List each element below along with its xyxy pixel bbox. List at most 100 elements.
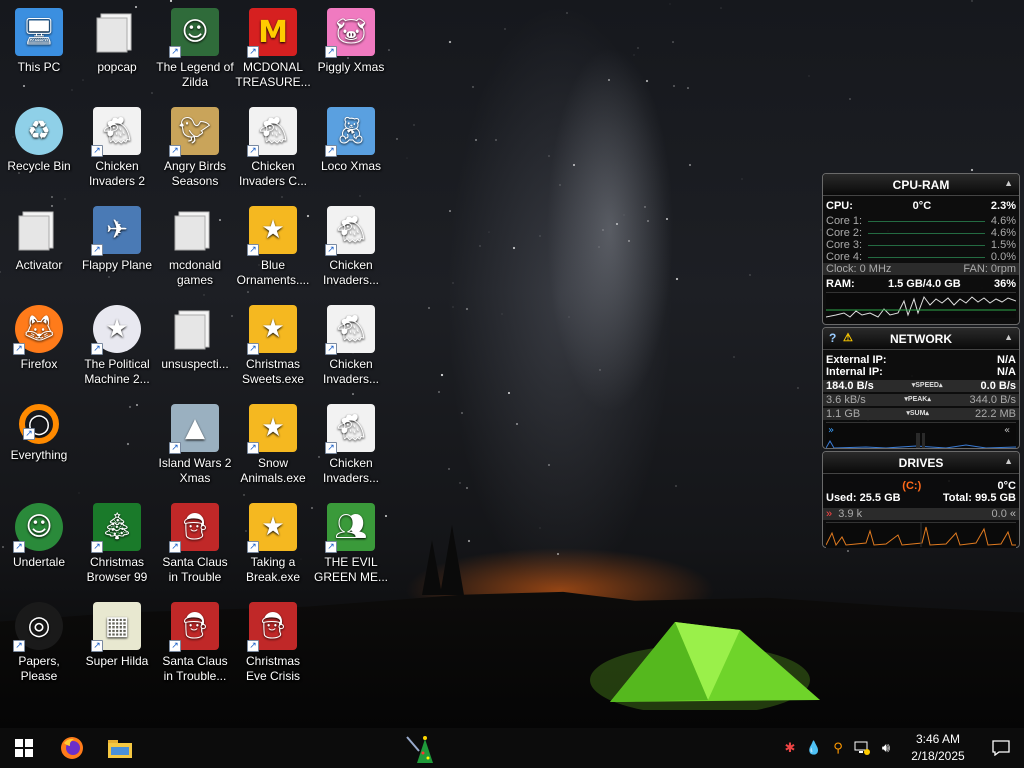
papers-please-icon: ◎ ↗ bbox=[13, 602, 63, 652]
desktop-icon[interactable]: 🐔︎ ↗ Chicken Invaders 2 bbox=[78, 101, 156, 195]
download-speed: 184.0 B/s bbox=[826, 380, 874, 392]
desktop-icon[interactable]: 👥︎ ↗ THE EVIL GREEN ME... bbox=[312, 497, 390, 591]
network-gadget[interactable]: ? ⚠ NETWORK ▲ External IP: N/A Internal … bbox=[822, 327, 1020, 449]
desktop-icon[interactable]: ✈ ↗ Flappy Plane bbox=[78, 200, 156, 294]
cpu-usage-graph bbox=[825, 292, 1017, 318]
drives-gadget[interactable]: DRIVES ▲ (C:) 0°C Used: 25.5 GB Total: 9… bbox=[822, 451, 1020, 548]
desktop-icon-label: Island Wars 2 Xmas bbox=[158, 456, 232, 485]
desktop-icon[interactable]: 🐦︎ ↗ Angry Birds Seasons bbox=[156, 101, 234, 195]
desktop-icon[interactable]: ○ ↗ Everything bbox=[0, 398, 78, 492]
collapse-caret-icon[interactable]: ▲ bbox=[1004, 178, 1013, 188]
desktop-icon[interactable]: 🐔︎ ↗ Chicken Invaders... bbox=[312, 200, 390, 294]
chicken-icon: 🐔︎ ↗ bbox=[325, 206, 375, 256]
desktop-icon[interactable]: 🎅︎↗Santa Claus in Trouble... A... bbox=[156, 596, 234, 690]
shortcut-arrow-icon: ↗ bbox=[247, 46, 259, 58]
desktop-icon[interactable]: ★ ↗ Snow Animals.exe bbox=[234, 398, 312, 492]
desktop-icon[interactable]: ◎ ↗ Papers, Please bbox=[0, 596, 78, 690]
desktop-icon-label: The Legend of Zilda bbox=[156, 60, 234, 89]
collapse-caret-icon[interactable]: ▲ bbox=[1004, 456, 1013, 466]
desktop-icon[interactable]: ▲ ↗ Island Wars 2 Xmas bbox=[156, 398, 234, 492]
shortcut-arrow-icon: ↗ bbox=[169, 442, 181, 454]
desktop-icon[interactable]: 🐷︎ ↗ Piggly Xmas bbox=[312, 2, 390, 96]
desktop-icon[interactable]: ★ ↗ The Political Machine 2... bbox=[78, 299, 156, 393]
taskbar-clock[interactable]: 3:46 AM 2/18/2025 bbox=[898, 731, 978, 765]
collapse-caret-icon[interactable]: ▲ bbox=[1004, 332, 1013, 342]
taskbar: ✱ 💧 ⚲ 🔊︎ 3:46 AM 2/18/2025 bbox=[0, 728, 1024, 768]
desktop-icon[interactable]: ★ ↗ Blue Ornaments.... bbox=[234, 200, 312, 294]
cpu-ram-gadget[interactable]: CPU-RAM ▲ CPU: 0°C 2.3% Core 1: 4.6% Cor… bbox=[822, 173, 1020, 325]
desktop-icon[interactable]: 🧸︎ ↗ Loco Xmas bbox=[312, 101, 390, 195]
desktop-icon[interactable]: ☺ ↗ Undertale bbox=[0, 497, 78, 591]
desktop-icon[interactable]: M ↗ MCDONAL TREASURE... bbox=[234, 2, 312, 96]
sum-label: ▾SUM▴ bbox=[906, 410, 929, 417]
shortcut-arrow-icon: ↗ bbox=[325, 145, 337, 157]
taskbar-file-explorer-button[interactable] bbox=[96, 728, 144, 768]
desktop-icon-label: THE EVIL GREEN ME... bbox=[313, 555, 388, 584]
ram-used: 1.5 GB/4.0 GB bbox=[887, 278, 961, 290]
desktop-icon[interactable]: 🎅︎ ↗ Christmas Eve Crisis bbox=[234, 596, 312, 690]
desktop-icon[interactable]: ★ ↗ Taking a Break.exe bbox=[234, 497, 312, 591]
cpu-temp: 0°C bbox=[912, 200, 932, 212]
green-tent bbox=[590, 622, 820, 710]
drives-title-bar[interactable]: DRIVES ▲ bbox=[823, 452, 1019, 474]
desktop-icon[interactable]: 🖥︎ This PC bbox=[0, 2, 78, 96]
external-ip-value: N/A bbox=[997, 354, 1016, 366]
folder-icon bbox=[108, 740, 132, 758]
peak-label: ▾PEAK▴ bbox=[904, 396, 931, 403]
core-bar bbox=[868, 244, 985, 246]
drive-used: Used: 25.5 GB bbox=[826, 492, 901, 504]
notification-center-button[interactable] bbox=[978, 728, 1024, 768]
taskbar-firefox-button[interactable] bbox=[48, 728, 96, 768]
desktop-icon[interactable]: ♻ Recycle Bin bbox=[0, 101, 78, 195]
desktop-icon[interactable]: mcdonald games bbox=[156, 200, 234, 294]
tray-droplet-icon[interactable]: 💧 bbox=[802, 728, 826, 768]
core-bar bbox=[868, 256, 985, 258]
windows-logo-icon bbox=[15, 739, 33, 757]
desktop-icon-label: Taking a Break.exe bbox=[245, 555, 301, 584]
popcap-icon: ★ ↗ bbox=[247, 206, 297, 256]
desktop-icon-label: Chicken Invaders... bbox=[322, 258, 380, 287]
network-status-icon[interactable] bbox=[850, 728, 874, 768]
desktop-icon-label: Blue Ornaments.... bbox=[236, 258, 310, 287]
tray-app-icon[interactable]: ✱ bbox=[778, 728, 802, 768]
shortcut-arrow-icon: ↗ bbox=[247, 343, 259, 355]
desktop-icon[interactable]: 🐔︎ ↗ Chicken Invaders... bbox=[312, 299, 390, 393]
popcap-icon: ★ ↗ bbox=[247, 404, 297, 454]
desktop-icon-label: Chicken Invaders 2 bbox=[88, 159, 146, 188]
help-icon[interactable]: ? bbox=[829, 331, 836, 345]
desktop-icon[interactable]: 🐔︎ ↗ Chicken Invaders... bbox=[312, 398, 390, 492]
volume-icon[interactable]: 🔊︎ bbox=[874, 728, 898, 768]
expand-up-icon[interactable]: « bbox=[1004, 425, 1010, 436]
desktop-icon[interactable]: ▦ ↗ Super Hilda bbox=[78, 596, 156, 690]
drive-activity-graph bbox=[825, 522, 1016, 548]
messenger-icon: 👥︎ ↗ bbox=[325, 503, 375, 553]
desktop-icon[interactable]: 🦊︎ ↗ Firefox bbox=[0, 299, 78, 393]
drive-letter[interactable]: (C:) bbox=[826, 480, 998, 492]
expand-down-icon[interactable]: » bbox=[828, 425, 834, 436]
desktop-icon[interactable]: ☺ ↗ The Legend of Zilda bbox=[156, 2, 234, 96]
desktop-icon[interactable]: 🎄︎ ↗ Christmas Browser 99 bbox=[78, 497, 156, 591]
desktop-icon-label: The Political Machine 2... bbox=[84, 357, 150, 386]
desktop-icon[interactable]: unsuspecti... bbox=[156, 299, 234, 393]
desktop-icon[interactable]: Activator bbox=[0, 200, 78, 294]
start-button[interactable] bbox=[0, 728, 48, 768]
desktop-icon[interactable]: 🐔︎ ↗ Chicken Invaders C... bbox=[234, 101, 312, 195]
tray-search-icon[interactable]: ⚲ bbox=[826, 728, 850, 768]
folder-icon bbox=[15, 206, 63, 254]
warning-icon: ⚠ bbox=[843, 332, 853, 344]
cpu-ram-title-bar[interactable]: CPU-RAM ▲ bbox=[823, 174, 1019, 196]
taskbar-christmas-browser-button[interactable] bbox=[396, 730, 444, 768]
desktop-icon[interactable]: ★ ↗ Christmas Sweets.exe bbox=[234, 299, 312, 393]
drive-activity-row: » 3.9 k 0.0 « bbox=[823, 508, 1019, 520]
shortcut-arrow-icon: ↗ bbox=[91, 145, 103, 157]
cpu-row: CPU: 0°C 2.3% bbox=[823, 200, 1019, 212]
core-label: Core 3: bbox=[826, 239, 863, 251]
network-title-bar[interactable]: ? ⚠ NETWORK ▲ bbox=[823, 328, 1019, 350]
net-graph-bar bbox=[922, 433, 925, 449]
desktop-icon[interactable]: popcap bbox=[78, 2, 156, 96]
net-graph-bar bbox=[916, 433, 920, 449]
desktop-icon[interactable]: 🎅︎ ↗ Santa Claus in Trouble bbox=[156, 497, 234, 591]
shortcut-arrow-icon: ↗ bbox=[169, 640, 181, 652]
desktop-icon-label: Christmas Sweets.exe bbox=[241, 357, 305, 386]
folder-icon bbox=[171, 305, 219, 353]
